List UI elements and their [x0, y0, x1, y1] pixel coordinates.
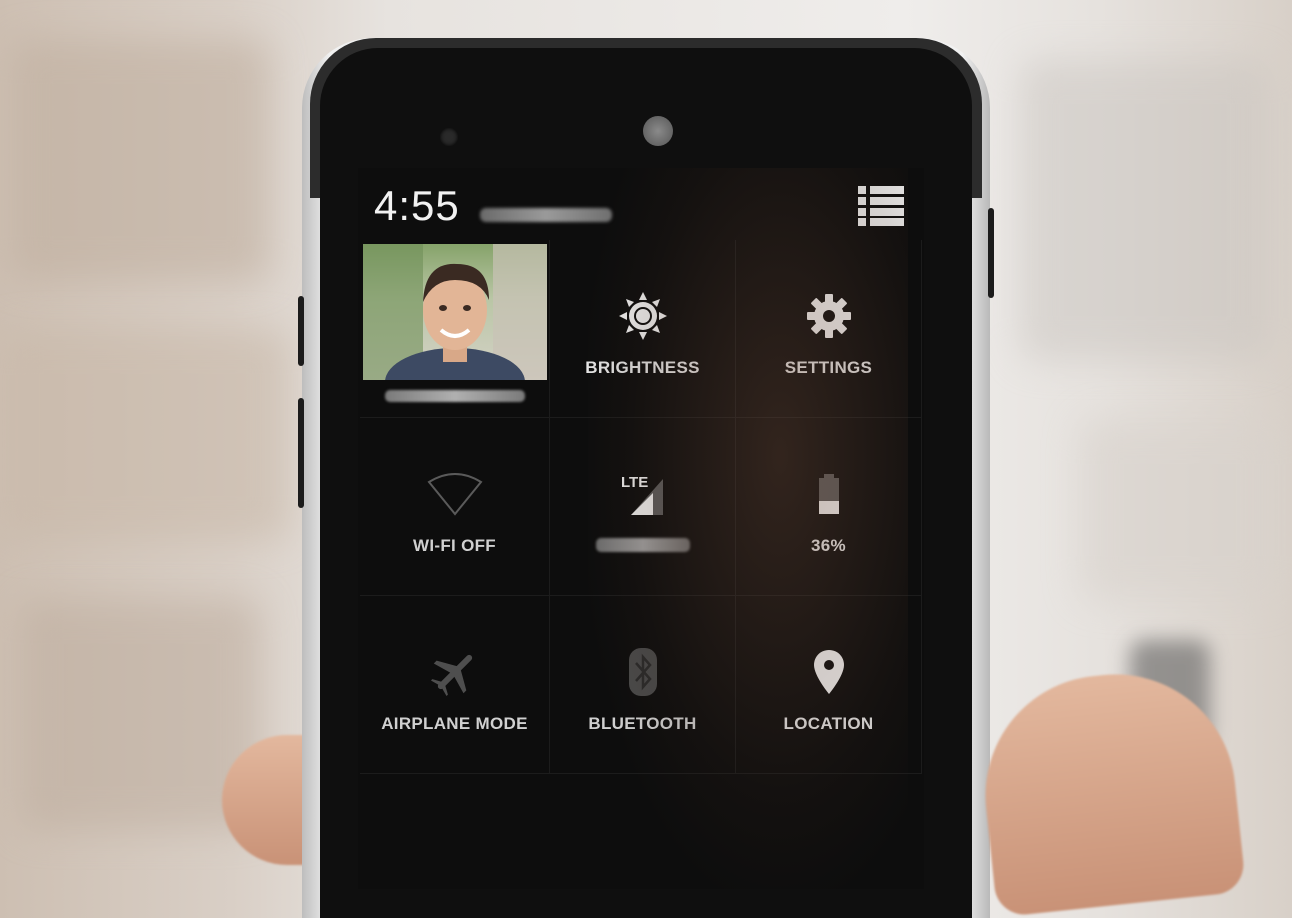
tile-user[interactable]: [360, 240, 550, 418]
earpiece-speaker: [643, 116, 673, 146]
tile-label: AIRPLANE MODE: [381, 714, 528, 733]
airplane-icon: [430, 644, 480, 700]
quick-settings-screen: 4:55 BRIGHTNESS SETTINGS WI-FI OFF LTE 3…: [358, 168, 924, 889]
background-building: [10, 40, 270, 280]
brightness-icon: [618, 288, 667, 344]
volume-up-button: [298, 296, 304, 366]
tile-label: LOCATION: [783, 714, 874, 733]
location-pin-icon: [813, 644, 844, 700]
lte-text: LTE: [621, 474, 648, 491]
tile-label: SETTINGS: [784, 358, 873, 377]
tile-brightness[interactable]: BRIGHTNESS: [550, 240, 736, 418]
wifi-off-icon: [427, 466, 483, 522]
power-button: [988, 208, 994, 298]
tile-airplane-mode[interactable]: AIRPLANE MODE: [360, 596, 550, 774]
volume-down-button: [298, 398, 304, 508]
background-building: [1020, 60, 1270, 360]
tile-mobile-data[interactable]: LTE: [550, 418, 736, 596]
gear-icon: [806, 288, 851, 344]
status-time: 4:55: [374, 182, 460, 229]
bluetooth-icon: [628, 644, 658, 700]
tile-label: WI-FI OFF: [413, 536, 496, 555]
tile-label: BLUETOOTH: [588, 714, 697, 733]
battery-icon: [817, 466, 841, 522]
tile-label: 36%: [811, 536, 846, 555]
tile-location[interactable]: LOCATION: [736, 596, 922, 774]
quick-settings-grid: BRIGHTNESS SETTINGS WI-FI OFF LTE 36% AI…: [360, 240, 922, 774]
tile-label: BRIGHTNESS: [585, 358, 700, 377]
tile-bluetooth[interactable]: BLUETOOTH: [550, 596, 736, 774]
user-avatar: [362, 244, 547, 380]
list-view-icon[interactable]: [858, 184, 904, 226]
tile-settings[interactable]: SETTINGS: [736, 240, 922, 418]
lte-signal-icon: LTE: [617, 466, 669, 522]
front-camera: [440, 128, 458, 146]
tile-battery[interactable]: 36%: [736, 418, 922, 596]
user-name-redacted: [384, 390, 525, 402]
background-building: [1080, 420, 1280, 600]
carrier-name-redacted: [480, 208, 612, 222]
background-building: [0, 330, 290, 540]
tile-wifi[interactable]: WI-FI OFF: [360, 418, 550, 596]
carrier-label-redacted: [595, 538, 690, 552]
